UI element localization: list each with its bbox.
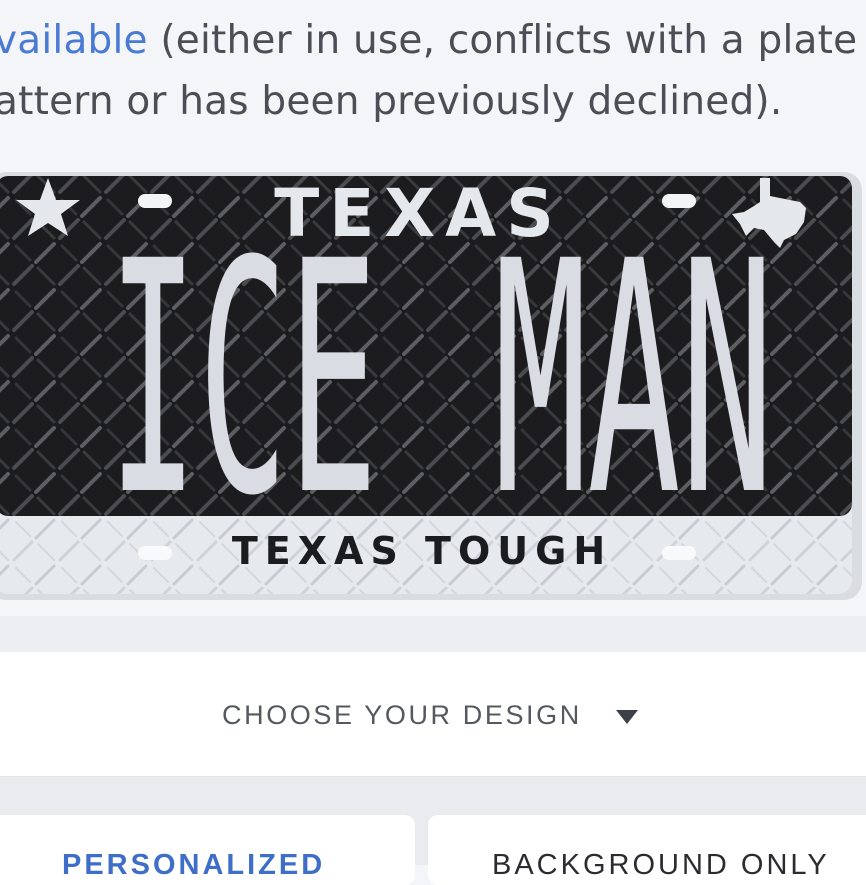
choose-design-dropdown[interactable]: CHOOSE YOUR DESIGN <box>222 692 638 738</box>
plate-type-options: PERSONALIZED BACKGROUND ONLY <box>0 777 866 885</box>
background-only-option[interactable]: BACKGROUND ONLY <box>428 815 866 885</box>
design-selector-bar: CHOOSE YOUR DESIGN <box>0 652 866 777</box>
plate-text-right: MAN <box>494 192 774 565</box>
notice-line-2: attern or has been previously declined). <box>0 79 783 124</box>
choose-design-label: CHOOSE YOUR DESIGN <box>222 699 582 730</box>
bolt-slot-icon <box>138 546 172 560</box>
availability-link[interactable]: vailable <box>0 18 148 63</box>
notice-line-1: vailable (either in use, conflicts with … <box>0 10 866 71</box>
availability-notice: vailable (either in use, conflicts with … <box>0 10 866 132</box>
section-divider <box>0 616 866 654</box>
notice-line-1-text: (either in use, conflicts with a plate <box>147 18 858 63</box>
personalized-label: PERSONALIZED <box>62 849 326 881</box>
plate-preview: TEXAS ICE MAN TEXAS TOUGH <box>0 172 862 600</box>
background-only-label: BACKGROUND ONLY <box>492 849 830 881</box>
plate-image: TEXAS ICE MAN TEXAS TOUGH <box>0 172 862 600</box>
plate-text-left: ICE <box>108 192 378 565</box>
caret-down-icon <box>615 710 638 724</box>
bolt-slot-icon <box>662 546 696 560</box>
plate-slogan: TEXAS TOUGH <box>232 529 612 573</box>
personalized-option[interactable]: PERSONALIZED <box>0 815 415 885</box>
